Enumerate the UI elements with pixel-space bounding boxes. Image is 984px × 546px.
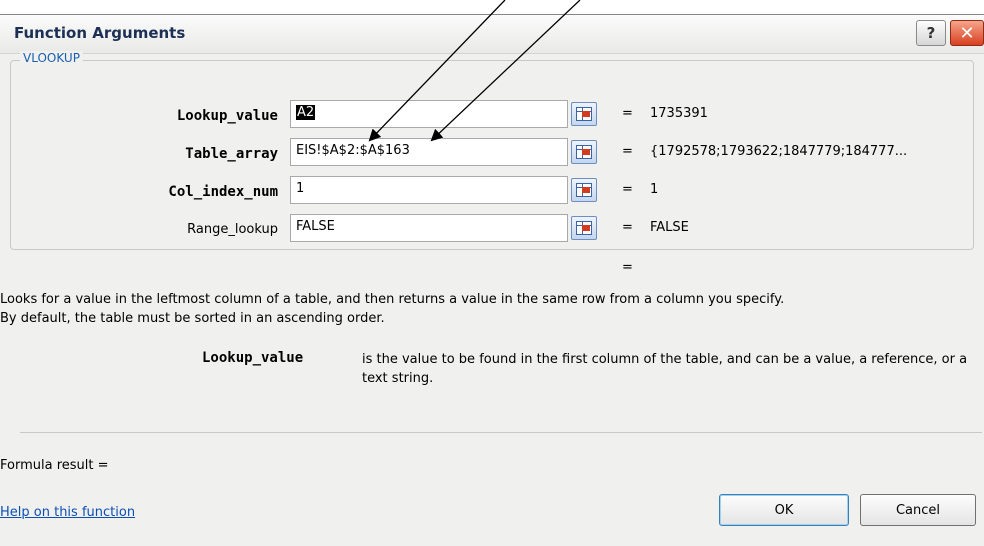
col-index-num-label: Col_index_num [168,184,278,200]
title-bar[interactable]: Function Arguments ? ✕ [0,15,984,54]
function-result-equals: = [622,260,633,275]
function-description: Looks for a value in the leftmost column… [0,290,980,328]
ok-button[interactable]: OK [719,494,849,526]
col-index-num-ref-button[interactable] [571,178,597,202]
divider [20,432,982,433]
description-line: By default, the table must be sorted in … [0,311,385,326]
lookup-value-ref-button[interactable] [571,102,597,126]
selected-text: A2 [296,105,316,120]
formula-result-label: Formula result = [0,458,109,473]
cancel-button[interactable]: Cancel [860,494,976,526]
table-array-label: Table_array [185,146,278,162]
argument-help-text: is the value to be found in the first co… [362,352,968,386]
lookup-value-label: Lookup_value [176,108,278,124]
lookup-value-result: 1735391 [650,106,708,121]
table-array-result: {1792578;1793622;1847779;184777... [650,144,908,159]
close-icon: ✕ [959,22,975,44]
equals-sign: = [622,182,633,197]
function-name-label: VLOOKUP [20,51,83,65]
lookup-value-input[interactable]: A2 [290,100,568,128]
range-lookup-ref-button[interactable] [571,216,597,240]
equals-sign: = [622,220,633,235]
help-on-function-link[interactable]: Help on this function [0,505,135,520]
range-lookup-input[interactable]: FALSE [290,214,568,242]
range-lookup-result: FALSE [650,220,689,235]
table-array-ref-button[interactable] [571,140,597,164]
help-button[interactable]: ? [916,20,946,46]
col-index-num-result: 1 [650,182,659,197]
table-array-input[interactable]: EIS!$A$2:$A$163 [290,138,568,166]
equals-sign: = [622,106,633,121]
col-index-num-input[interactable]: 1 [290,176,568,204]
dialog-title: Function Arguments [14,24,186,42]
range-lookup-label: Range_lookup [187,222,278,237]
close-button[interactable]: ✕ [950,20,984,46]
question-mark-icon: ? [926,24,936,42]
equals-sign: = [622,144,633,159]
argument-help-name: Lookup_value [202,350,304,366]
description-line: Looks for a value in the leftmost column… [0,292,785,307]
